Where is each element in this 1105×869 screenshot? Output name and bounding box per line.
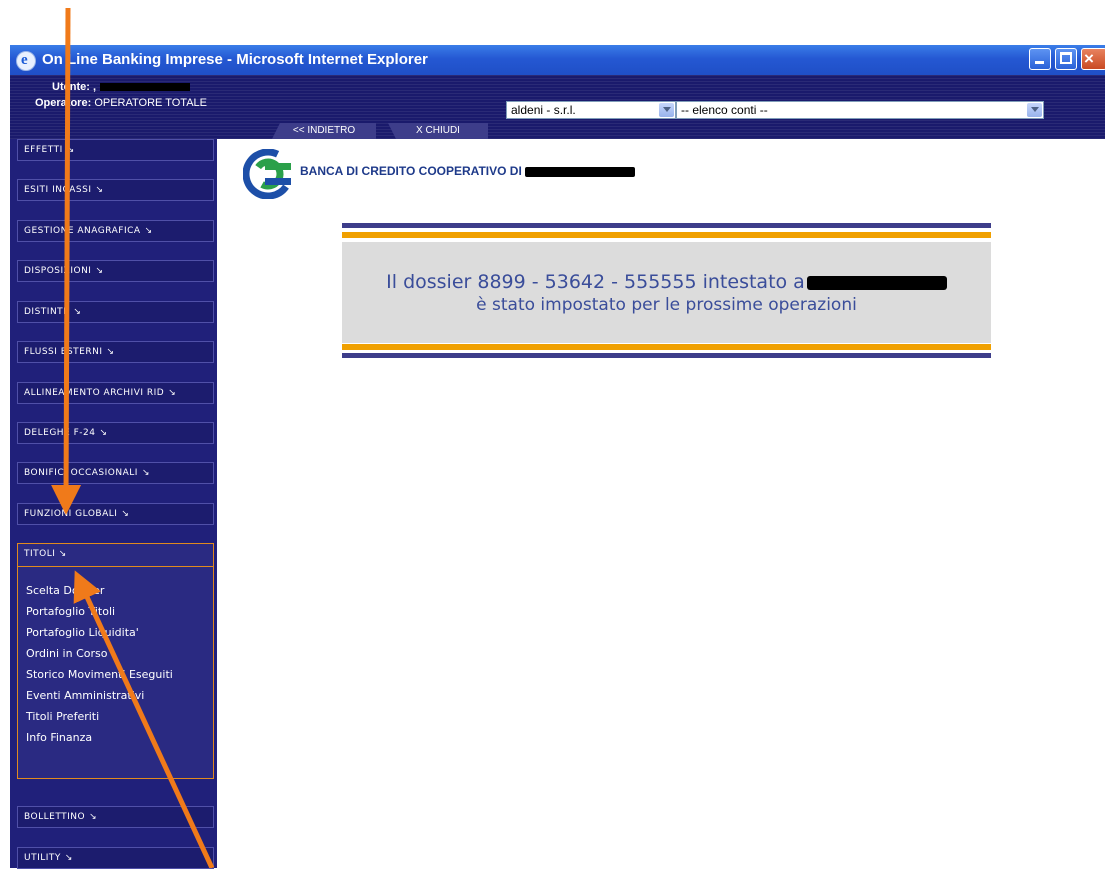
submenu-eventi-amministrativi[interactable]: Eventi Amministrativi [26, 689, 144, 702]
sidebar-menu: EFFETTI ↘ ESITI INCASSI ↘ GESTIONE ANAGRAF… [10, 139, 217, 869]
close-page-button[interactable]: X CHIUDI [388, 123, 488, 139]
operator-label: Operatore: [35, 97, 92, 109]
close-window-button[interactable]: × [1081, 48, 1105, 70]
account-select[interactable]: -- elenco conti -- [676, 101, 1044, 119]
sidebar-item-effetti[interactable]: EFFETTI ↘ [17, 139, 214, 161]
window-title-bar: e On Line Banking Imprese - Microsoft In… [10, 45, 1105, 75]
chevron-icon: ↘ [73, 307, 82, 317]
divider [342, 344, 991, 350]
page-header: Utente: , Operatore: OPERATORE TOTALE al… [10, 75, 1105, 139]
back-button[interactable]: << INDIETRO [272, 123, 376, 139]
company-select-value: aldeni - s.r.l. [511, 103, 576, 117]
bank-name: BANCA DI CREDITO COOPERATIVO DI [300, 164, 635, 178]
sidebar-section-titoli: TITOLI ↘ Scelta Dossier Portafoglio Tito… [17, 543, 214, 779]
internet-explorer-icon[interactable]: e [16, 51, 36, 71]
redacted-user [100, 83, 190, 92]
submenu-portafoglio-titoli[interactable]: Portafoglio Titoli [26, 605, 115, 618]
chevron-icon: ↘ [99, 428, 108, 438]
sidebar-item-distinte[interactable]: DISTINTE ↘ [17, 301, 214, 323]
sidebar-item-utility[interactable]: UTILITY ↘ [17, 847, 214, 869]
submenu-storico-movimenti[interactable]: Storico Movimenti Eseguiti [26, 668, 173, 681]
redacted-owner-name [806, 275, 947, 290]
sidebar-item-funzioni-globali[interactable]: FUNZIONI GLOBALI ↘ [17, 503, 214, 525]
account-select-value: -- elenco conti -- [681, 103, 768, 117]
divider [342, 223, 991, 228]
chevron-icon: ↘ [141, 468, 150, 478]
chevron-down-icon[interactable] [1027, 103, 1042, 117]
submenu-ordini-in-corso[interactable]: Ordini in Corso [26, 647, 107, 660]
divider [342, 232, 991, 238]
maximize-button[interactable] [1055, 48, 1077, 70]
submenu-portafoglio-liquidita[interactable]: Portafoglio Liquidita' [26, 626, 139, 639]
chevron-icon: ↘ [95, 266, 104, 276]
sidebar-item-gestione-anagrafica[interactable]: GESTIONE ANAGRAFICA ↘ [17, 220, 214, 242]
close-icon: × [1084, 49, 1094, 68]
minimize-icon [1035, 61, 1044, 64]
user-label: Utente: , [52, 81, 190, 93]
chevron-icon: ↘ [121, 509, 130, 519]
message-line-1: Il dossier 8899 - 53642 - 555555 intesta… [342, 271, 991, 293]
chevron-icon: ↘ [95, 185, 104, 195]
sidebar-item-disposizioni[interactable]: DISPOSIZIONI ↘ [17, 260, 214, 282]
company-select[interactable]: aldeni - s.r.l. [506, 101, 676, 119]
chevron-icon: ↘ [168, 388, 177, 398]
submenu-info-finanza[interactable]: Info Finanza [26, 731, 92, 744]
sidebar-item-esiti-incassi[interactable]: ESITI INCASSI ↘ [17, 179, 214, 201]
redacted-bank-location [524, 166, 635, 177]
operator-value: OPERATORE TOTALE [94, 97, 207, 109]
bank-logo-icon [243, 149, 293, 199]
maximize-icon [1060, 52, 1072, 64]
chevron-icon: ↘ [64, 853, 73, 863]
chevron-icon: ↘ [89, 812, 98, 822]
sidebar-item-flussi-esterni[interactable]: FLUSSI ESTERNI ↘ [17, 341, 214, 363]
divider [342, 353, 991, 358]
chevron-icon: ↘ [106, 347, 115, 357]
chevron-icon: ↘ [66, 145, 75, 155]
chevron-down-icon[interactable] [659, 103, 674, 117]
submenu-scelta-dossier[interactable]: Scelta Dossier [26, 584, 104, 597]
submenu-titoli-preferiti[interactable]: Titoli Preferiti [26, 710, 99, 723]
sidebar-item-bonifici-occasionali[interactable]: BONIFICI OCCASIONALI ↘ [17, 462, 214, 484]
window-title: On Line Banking Imprese - Microsoft Inte… [42, 51, 428, 68]
message-line-2: è stato impostato per le prossime operaz… [476, 295, 857, 315]
sidebar-item-bollettino[interactable]: BOLLETTINO ↘ [17, 806, 214, 828]
chevron-icon: ↘ [144, 226, 153, 236]
confirmation-message: Il dossier 8899 - 53642 - 555555 intesta… [342, 223, 991, 361]
sidebar-item-titoli[interactable]: TITOLI ↘ [24, 549, 67, 559]
operator-info: Operatore: OPERATORE TOTALE [35, 97, 207, 109]
sidebar-item-deleghe-f24[interactable]: DELEGHE F-24 ↘ [17, 422, 214, 444]
chevron-icon: ↘ [58, 549, 67, 559]
sidebar-item-allineamento-archivi-rid[interactable]: ALLINEAMENTO ARCHIVI RID ↘ [17, 382, 214, 404]
minimize-button[interactable] [1029, 48, 1051, 70]
